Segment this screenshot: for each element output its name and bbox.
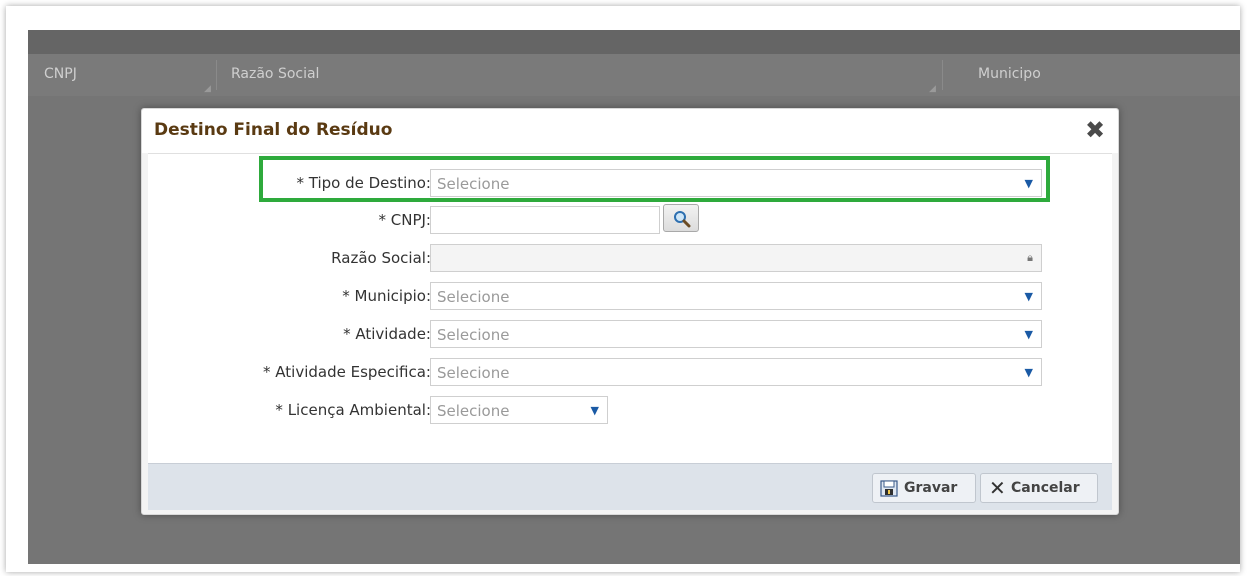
dropdown-arrow-icon[interactable]: ▼	[591, 404, 599, 417]
column-header-municipio[interactable]: Municipo	[978, 54, 1041, 96]
gravar-label: Gravar	[904, 480, 958, 496]
row-cnpj: * CNPJ:	[148, 204, 1112, 234]
row-municipio: * Municipio: Selecione ▼	[148, 282, 1112, 310]
dropdown-arrow-icon[interactable]: ▼	[1025, 328, 1033, 341]
highlight-box-tipo-destino	[259, 156, 1050, 202]
select-placeholder: Selecione	[437, 364, 510, 382]
cancelar-button[interactable]: ✕ Cancelar	[980, 473, 1098, 503]
lock-icon: 🔒︎	[1027, 251, 1033, 264]
select-placeholder: Selecione	[437, 326, 510, 344]
background-table-header: CNPJ ◢ Razão Social ◢ Municipo	[28, 54, 1240, 97]
column-resize-grip[interactable]: ◢	[204, 84, 211, 94]
label-atividade-especifica: * Atividade Especifica:	[263, 363, 431, 381]
column-header-razao-social[interactable]: Razão Social	[231, 54, 319, 96]
razao-social-field: 🔒︎	[430, 244, 1042, 272]
select-licenca-ambiental[interactable]: Selecione ▼	[430, 396, 608, 424]
dropdown-arrow-icon[interactable]: ▼	[1025, 290, 1033, 303]
select-municipio[interactable]: Selecione ▼	[430, 282, 1042, 310]
dialog-title-bar: Destino Final do Resíduo ✖	[142, 109, 1118, 153]
background-toolbar	[28, 30, 1240, 54]
column-separator	[942, 60, 943, 90]
cancel-x-icon: ✕	[989, 476, 1006, 500]
dropdown-arrow-icon[interactable]: ▼	[1025, 366, 1033, 379]
cnpj-input[interactable]	[430, 206, 660, 234]
select-atividade-especifica[interactable]: Selecione ▼	[430, 358, 1042, 386]
label-razao-social: Razão Social:	[331, 249, 431, 267]
label-municipio: * Municipio:	[342, 287, 431, 305]
label-atividade: * Atividade:	[343, 325, 431, 343]
cancelar-label: Cancelar	[1011, 480, 1080, 496]
select-atividade[interactable]: Selecione ▼	[430, 320, 1042, 348]
row-atividade-especifica: * Atividade Especifica: Selecione ▼	[148, 358, 1112, 386]
label-cnpj: * CNPJ:	[378, 211, 432, 229]
label-licenca-ambiental: * Licença Ambiental:	[275, 401, 431, 419]
close-icon[interactable]: ✖	[1084, 118, 1106, 142]
select-placeholder: Selecione	[437, 288, 510, 306]
row-razao-social: Razão Social: 🔒︎	[148, 244, 1112, 272]
row-licenca-ambiental: * Licença Ambiental: Selecione ▼	[148, 396, 1112, 424]
column-resize-grip[interactable]: ◢	[929, 84, 936, 94]
column-header-cnpj[interactable]: CNPJ	[44, 54, 77, 96]
save-icon	[880, 480, 898, 497]
dialog-footer: Gravar ✕ Cancelar	[148, 463, 1112, 510]
column-separator	[216, 60, 217, 90]
dialog-title: Destino Final do Resíduo	[154, 120, 393, 140]
row-atividade: * Atividade: Selecione ▼	[148, 320, 1112, 348]
gravar-button[interactable]: Gravar	[872, 473, 976, 503]
cnpj-search-button[interactable]	[663, 204, 699, 232]
select-placeholder: Selecione	[437, 402, 510, 420]
magnifier-icon	[674, 211, 691, 228]
